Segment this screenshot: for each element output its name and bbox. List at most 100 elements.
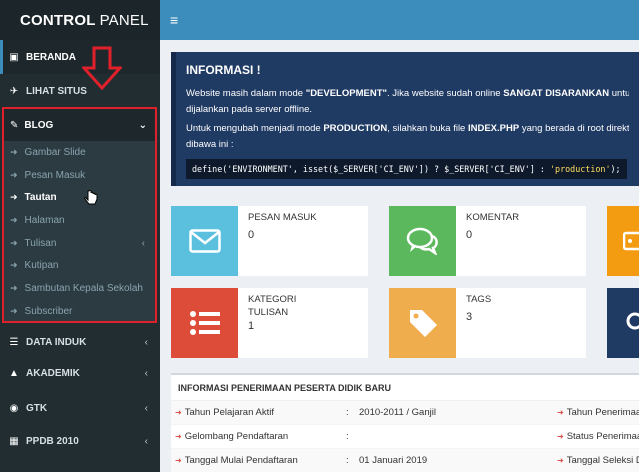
sidebar-item-label: LIHAT SITUS <box>26 85 87 97</box>
submenu-pesan-masuk[interactable]: ➜ Pesan Masuk <box>4 164 155 187</box>
blog-menu-highlight: ✎ BLOG ⌄ ➜ Gambar Slide ➜ Pesan Masuk ➜ Tau… <box>2 107 157 323</box>
rocket-icon: ✈ <box>9 85 19 97</box>
row-label: Gelombang Pendaftaran <box>184 431 289 442</box>
caret-right-icon: ➜ <box>175 432 182 441</box>
submenu-halaman[interactable]: ➜ Halaman <box>4 209 155 232</box>
sidebar-item-data-induk[interactable]: ☰ DATA INDUK ‹ <box>0 325 160 359</box>
submenu-sambutan[interactable]: ➜ Sambutan Kepala Sekolah <box>4 277 155 300</box>
sign-in-icon: ➜ <box>10 192 18 203</box>
brand-logo[interactable]: CONTROL PANEL <box>0 0 160 40</box>
card-value: 1 <box>248 320 255 332</box>
top-navbar: ≡ <box>160 0 639 40</box>
row-separator: : <box>346 431 349 442</box>
sidebar-item-label: GTK <box>26 402 48 414</box>
ppdb-info-panel: INFORMASI PENERIMAAN PESERTA DIDIK BARU … <box>171 373 639 472</box>
row-value: 2010-2011 / Ganjil <box>359 407 436 418</box>
row-label: Tanggal Mulai Pendaftaran <box>184 455 298 466</box>
brand-thin: PANEL <box>99 11 149 29</box>
sidebar-item-label: BERANDA <box>26 51 76 63</box>
card-tags[interactable]: TAGS 3 <box>389 288 586 358</box>
sidebar-item-label: AKADEMIK <box>26 367 80 379</box>
table-row: ➜ Tanggal Mulai Pendaftaran : 01 Januari … <box>171 449 639 472</box>
submenu-label: Tautan <box>24 192 57 204</box>
card-partial-orange[interactable] <box>607 206 639 276</box>
card-value: 3 <box>466 311 473 323</box>
submenu-label: Sambutan Kepala Sekolah <box>24 282 143 294</box>
chevron-down-icon: ⌄ <box>138 119 147 131</box>
sidebar: CONTROL PANEL ▣ BERANDA ✈ LIHAT SITUS ✎ … <box>0 0 160 472</box>
info-line-3: Untuk mengubah menjadi mode PRODUCTION, … <box>186 123 629 134</box>
row-value: 01 Januari 2019 <box>359 455 428 466</box>
dashboard-icon: ▣ <box>9 51 19 63</box>
row-separator: : <box>346 455 349 466</box>
card-komentar[interactable]: KOMENTAR 0 <box>389 206 586 276</box>
sign-in-icon: ➜ <box>10 214 18 225</box>
card-value: 0 <box>466 229 473 241</box>
annotation-arrow-icon <box>82 46 122 90</box>
card-value: 0 <box>248 229 255 241</box>
table-row: ➜ Tahun Pelajaran Aktif : 2010-2011 / Gan… <box>171 401 639 425</box>
card-label: PESAN MASUK <box>248 212 317 223</box>
submenu-subscriber[interactable]: ➜ Subscriber <box>4 300 155 323</box>
hand-cursor-icon <box>84 190 98 205</box>
submenu-label: Halaman <box>24 214 65 226</box>
row-label: Tahun Pelajaran Aktif <box>184 407 274 418</box>
info-callout: INFORMASI ! Website masih dalam mode "DE… <box>171 52 639 186</box>
row-label-right: Tahun Penerimaan <box>566 407 639 418</box>
chevron-left-icon: ‹ <box>141 237 145 249</box>
sign-in-icon: ➜ <box>10 146 18 157</box>
row-label-right: Tanggal Seleksi D <box>566 455 639 466</box>
info-title: INFORMASI ! <box>186 63 261 77</box>
sidebar-item-lihat-situs[interactable]: ✈ LIHAT SITUS <box>0 74 160 108</box>
sign-in-icon: ➜ <box>10 169 18 180</box>
caret-right-icon: ➜ <box>175 408 182 417</box>
sidebar-item-akademik[interactable]: ▲ AKADEMIK ‹ <box>0 356 160 390</box>
sidebar-item-gtk[interactable]: ◉ GTK ‹ <box>0 391 160 425</box>
submenu-label: Subscriber <box>24 305 73 317</box>
card-kategori-tulisan[interactable]: KATEGORI TULISAN 1 <box>171 288 368 358</box>
card-partial-navy[interactable] <box>607 288 639 358</box>
database-icon: ☰ <box>9 336 19 348</box>
sign-in-icon: ➜ <box>10 305 18 316</box>
sign-in-icon: ➜ <box>10 282 18 293</box>
graduation-icon: ▲ <box>9 367 19 379</box>
chevron-left-icon: ‹ <box>144 367 148 379</box>
submenu-label: Gambar Slide <box>24 146 86 158</box>
info-line-1: Website masih dalam mode "DEVELOPMENT". … <box>186 88 629 99</box>
sidebar-item-label: PPDB 2010 <box>26 435 79 447</box>
card-label: KOMENTAR <box>466 212 520 223</box>
hamburger-menu-icon[interactable]: ≡ <box>170 12 178 28</box>
row-label-right: Status Penerimaan <box>566 431 639 442</box>
submenu-label: Pesan Masuk <box>24 169 86 181</box>
blog-submenu: ➜ Gambar Slide ➜ Pesan Masuk ➜ Tautan ➜ Hala… <box>4 141 155 321</box>
code-snippet: define('ENVIRONMENT', isset($_SERVER['CI… <box>186 159 627 179</box>
submenu-label: Kutipan <box>24 260 59 272</box>
table-row: ➜ Gelombang Pendaftaran : ➜ Status Penerim… <box>171 425 639 449</box>
card-pesan-masuk[interactable]: PESAN MASUK 0 <box>171 206 368 276</box>
brand-bold: CONTROL <box>20 11 96 29</box>
caret-right-icon: ➜ <box>557 432 564 441</box>
list-icon <box>171 288 238 358</box>
card-label: KATEGORI <box>248 294 297 305</box>
submenu-label: Tulisan <box>24 237 57 249</box>
submenu-tulisan[interactable]: ➜ Tulisan ‹ <box>4 232 155 255</box>
submenu-tautan[interactable]: ➜ Tautan <box>4 186 155 209</box>
sign-in-icon: ➜ <box>10 237 18 248</box>
sidebar-item-label: DATA INDUK <box>26 336 87 348</box>
comments-icon <box>389 206 456 276</box>
submenu-gambar-slide[interactable]: ➜ Gambar Slide <box>4 141 155 164</box>
calendar-icon: ▦ <box>9 435 19 447</box>
card-label: TAGS <box>466 294 492 305</box>
image-icon <box>607 206 639 276</box>
sidebar-item-ppdb[interactable]: ▦ PPDB 2010 ‹ <box>0 424 160 458</box>
submenu-kutipan[interactable]: ➜ Kutipan <box>4 254 155 277</box>
edit-icon: ✎ <box>10 119 19 131</box>
panel-title: INFORMASI PENERIMAAN PESERTA DIDIK BARU <box>171 375 639 401</box>
chevron-left-icon: ‹ <box>144 402 148 414</box>
card-label-2: TULISAN <box>248 307 289 318</box>
sidebar-item-blog[interactable]: ✎ BLOG ⌄ <box>4 109 155 141</box>
sidebar-item-beranda[interactable]: ▣ BERANDA <box>0 40 160 74</box>
row-separator: : <box>346 407 349 418</box>
caret-right-icon: ➜ <box>557 408 564 417</box>
users-icon: ◉ <box>9 402 19 414</box>
